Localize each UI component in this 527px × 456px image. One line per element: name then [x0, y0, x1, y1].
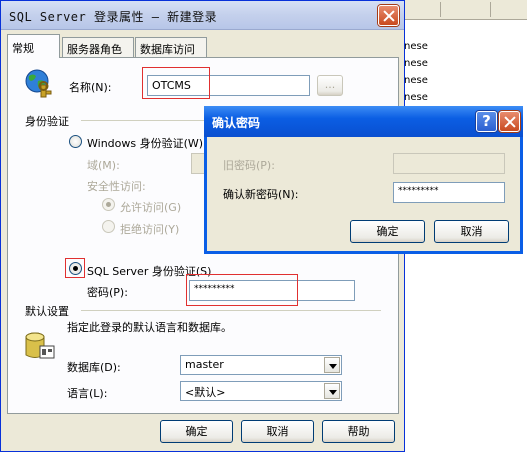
defaults-description: 指定此登录的默认语言和数据库。	[67, 321, 232, 334]
help-icon[interactable]: ?	[476, 111, 497, 132]
sql-auth-highlight-box	[65, 258, 85, 278]
tab-server-roles[interactable]: 服务器角色	[62, 37, 134, 57]
windows-auth-radio[interactable]	[69, 135, 82, 148]
deny-access-label: 拒绝访问(Y)	[120, 223, 180, 236]
chevron-down-icon[interactable]	[324, 357, 340, 373]
browse-button[interactable]: ...	[317, 75, 343, 96]
database-icon	[25, 332, 55, 359]
database-select-value: master	[185, 358, 224, 371]
dialog-title: SQL Server 登录属性 — 新建登录	[9, 10, 218, 24]
language-label: 语言(L):	[67, 387, 108, 400]
confirm-password-titlebar[interactable]: 确认密码 ?	[204, 106, 523, 137]
background-list-row: nese	[404, 58, 428, 69]
windows-auth-label: Windows 身份验证(W)	[87, 137, 204, 150]
tab-database-access[interactable]: 数据库访问	[135, 37, 207, 57]
ok-button[interactable]: 确定	[160, 420, 233, 443]
name-label: 名称(N):	[69, 81, 112, 94]
domain-label: 域(M):	[87, 159, 120, 172]
name-highlight-box	[142, 67, 210, 99]
chevron-down-icon[interactable]	[324, 383, 340, 399]
confirm-new-password-input[interactable]: *********	[393, 182, 505, 203]
defaults-group-line	[81, 310, 381, 311]
language-select-value: <默认>	[185, 386, 226, 399]
confirm-password-dialog: 确认密码 ? 旧密码(P): 确认新密码(N): ********* 确定 取消	[204, 106, 523, 254]
security-access-label: 安全性访问:	[87, 180, 146, 193]
login-properties-titlebar[interactable]: SQL Server 登录属性 — 新建登录	[1, 1, 404, 30]
close-icon[interactable]	[499, 111, 520, 132]
background-list-row: nese	[404, 92, 428, 103]
close-icon[interactable]	[378, 5, 399, 26]
password-label: 密码(P):	[87, 286, 128, 299]
tab-general[interactable]: 常规	[7, 34, 60, 58]
confirm-new-password-label: 确认新密码(N):	[223, 188, 299, 201]
password-highlight-box	[186, 274, 298, 306]
confirm-dialog-title: 确认密码	[212, 116, 261, 130]
auth-group-label: 身份验证	[25, 115, 69, 128]
help-button[interactable]: 帮助	[322, 420, 395, 443]
globe-key-icon	[25, 69, 52, 98]
background-list-header	[400, 0, 527, 20]
allow-access-label: 允许访问(G)	[120, 201, 182, 214]
old-password-input[interactable]	[393, 153, 505, 174]
background-list-row: nese	[404, 41, 428, 52]
confirm-ok-button[interactable]: 确定	[350, 220, 425, 243]
old-password-label: 旧密码(P):	[223, 159, 275, 172]
confirm-cancel-button[interactable]: 取消	[434, 220, 509, 243]
database-select[interactable]: master	[180, 355, 342, 375]
allow-access-radio[interactable]	[102, 198, 115, 211]
database-label: 数据库(D):	[67, 361, 121, 374]
deny-access-radio[interactable]	[102, 220, 115, 233]
language-select[interactable]: <默认>	[180, 381, 342, 401]
cancel-button[interactable]: 取消	[241, 420, 314, 443]
background-list-row: nese	[404, 75, 428, 86]
defaults-group-label: 默认设置	[25, 305, 69, 318]
